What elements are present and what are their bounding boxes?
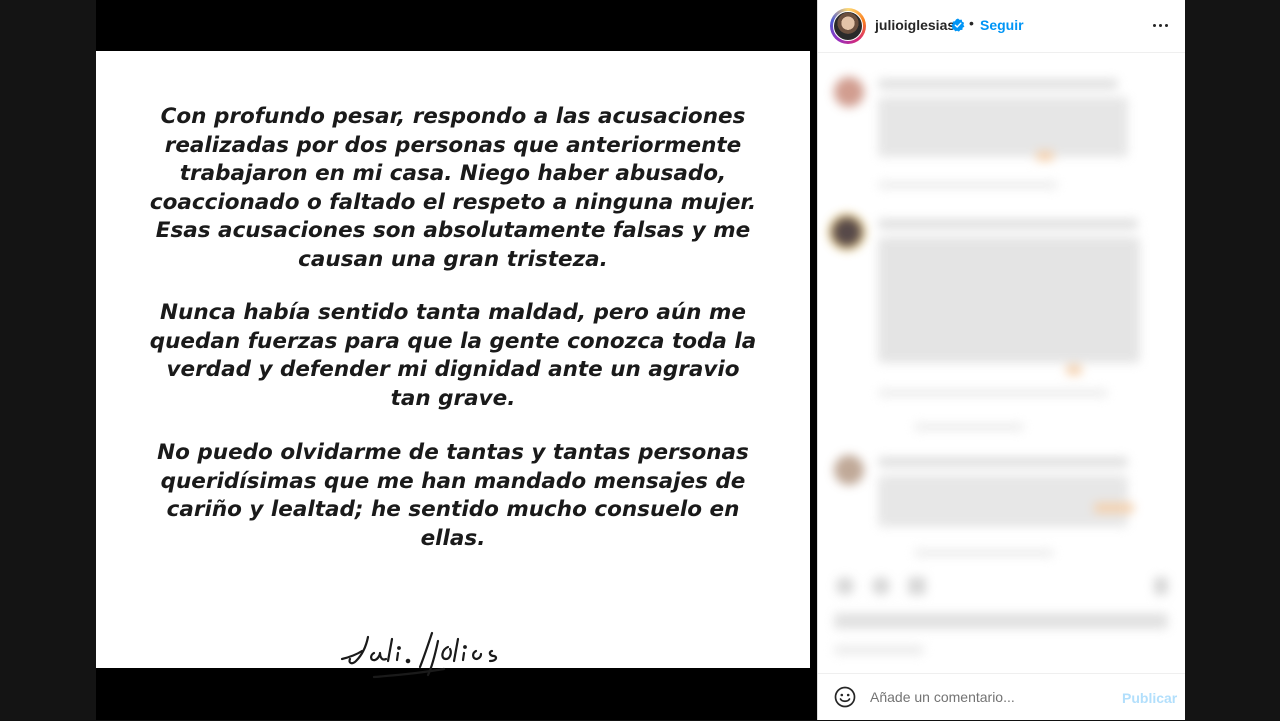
statement-line: cariño y lealtad; he sentido mucho consu… xyxy=(166,497,740,523)
statement-line: Esas acusaciones son absolutamente falsa… xyxy=(155,218,751,244)
statement-line: verdad y defender mi dignidad ante un ag… xyxy=(166,357,740,383)
smiley-icon[interactable] xyxy=(834,686,856,708)
comment-avatar xyxy=(834,455,864,485)
comment-replies xyxy=(914,423,1024,431)
header-separator: • xyxy=(969,15,974,31)
comment-input[interactable] xyxy=(870,685,1100,709)
post-media[interactable]: Con profundo pesar, respondo a las acusa… xyxy=(96,0,817,720)
statement-line: Con profundo pesar, respondo a las acusa… xyxy=(160,104,746,129)
likes-summary xyxy=(834,613,1168,629)
comment-avatar xyxy=(832,217,862,247)
statement-line: quedan fuerzas para que la gente conozca… xyxy=(149,328,757,354)
handwritten-signature xyxy=(340,631,498,679)
save-icon xyxy=(1154,577,1168,595)
comment-emoji xyxy=(1094,503,1134,513)
comment-text xyxy=(878,475,1128,527)
post-sidebar: julioiglesias • Seguir Añade un comentar… xyxy=(817,0,1185,720)
statement-paragraph-3: No puedo olvidarme de tantas y tantas pe… xyxy=(96,439,810,553)
comment-emoji xyxy=(1066,365,1082,375)
statement-line: causan una gran tristeza. xyxy=(298,246,608,272)
comment-text xyxy=(878,237,1140,363)
statement-line: coaccionado o faltado el respeto a ningu… xyxy=(149,189,757,215)
comment-text xyxy=(878,457,1128,467)
statement-line: trabajaron en mi casa. Niego haber abusa… xyxy=(179,161,727,187)
comment-emoji xyxy=(1036,151,1054,161)
profile-avatar[interactable] xyxy=(830,8,866,44)
follow-button[interactable]: Seguir xyxy=(980,17,1024,33)
share-icon xyxy=(908,577,926,595)
statement-image: Con profundo pesar, respondo a las acusa… xyxy=(96,51,810,679)
comment-text xyxy=(878,79,1118,89)
statement-line: Nunca había sentido tanta maldad, pero a… xyxy=(160,300,746,325)
statement-line: No puedo olvidarme de tantas y tantas pe… xyxy=(157,440,749,465)
comment-meta xyxy=(878,389,1108,397)
statement-line: realizadas por dos personas que anterior… xyxy=(164,132,742,158)
username-link[interactable]: julioiglesias xyxy=(875,17,955,33)
statement-line: queridísimas que me han mandado mensajes… xyxy=(160,468,746,494)
like-icon xyxy=(836,577,854,595)
statement-line: ellas. xyxy=(420,525,486,551)
post-header: julioiglesias • Seguir xyxy=(818,0,1185,53)
publish-button[interactable]: Publicar xyxy=(1122,690,1177,706)
comment-avatar xyxy=(834,77,864,107)
more-options-icon[interactable] xyxy=(1151,15,1171,35)
comment-meta xyxy=(878,181,1058,189)
avatar-photo xyxy=(833,11,863,41)
comment-icon xyxy=(872,577,890,595)
comment-text xyxy=(878,219,1138,229)
statement-line: tan grave. xyxy=(390,385,516,411)
verified-badge-icon xyxy=(951,18,965,32)
comment-composer: Publicar xyxy=(818,673,1185,721)
blurred-comments xyxy=(818,53,1185,673)
comment-text xyxy=(878,97,1128,157)
post-date xyxy=(834,645,924,655)
left-letterbox xyxy=(0,0,96,720)
statement-paragraph-1: Con profundo pesar, respondo a las acusa… xyxy=(96,103,810,275)
statement-paragraph-2: Nunca había sentido tanta maldad, pero a… xyxy=(96,299,810,413)
comment-meta xyxy=(914,549,1054,557)
right-letterbox xyxy=(1184,0,1280,720)
